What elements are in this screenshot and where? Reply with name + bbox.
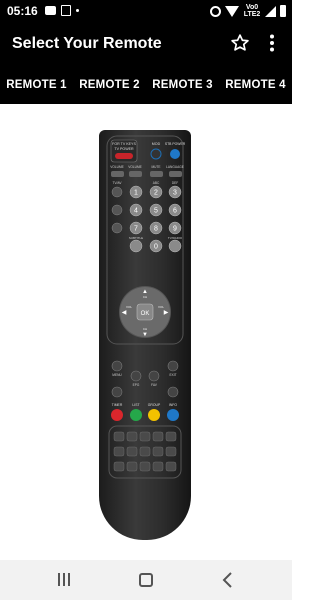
remote-label-menu: MENU xyxy=(112,373,122,377)
remote-key-label: 9 xyxy=(173,226,177,233)
remote-media-button xyxy=(113,461,125,472)
status-left-icons xyxy=(45,5,79,16)
recents-icon[interactable] xyxy=(57,573,71,586)
remote-media-button xyxy=(139,446,151,457)
remote-key-label: 4 xyxy=(134,208,138,215)
remote-key-label: 5 xyxy=(154,208,158,215)
dot-icon xyxy=(76,9,79,12)
back-icon[interactable] xyxy=(221,572,233,588)
remote-media-button xyxy=(165,461,177,472)
remote-key xyxy=(168,239,182,253)
remote-media-button xyxy=(113,446,125,457)
remote-label-ch-down: CH xyxy=(143,327,147,331)
green-button xyxy=(130,409,142,421)
svg-text:▼: ▼ xyxy=(142,332,148,338)
network-label: Vo0 LTE2 xyxy=(243,4,261,18)
remote-label-tv-av: TV/AV xyxy=(113,181,123,185)
tab-label: REMOTE 2 xyxy=(79,79,140,91)
tab-remote-4[interactable]: REMOTE 4 xyxy=(219,66,292,104)
remote-key-label: 1 xyxy=(134,190,138,197)
remote-media-button xyxy=(152,431,164,442)
remote-media-buttons xyxy=(113,431,177,472)
remote-label-abc: ABC xyxy=(153,181,160,185)
remote-side-button xyxy=(111,222,123,234)
tab-remote-1[interactable]: REMOTE 1 xyxy=(0,66,73,104)
remote-drawing: FOR TV KEYS TV POWER MOD STB POWER VOLUM… xyxy=(106,135,186,479)
blue-button xyxy=(167,409,179,421)
remote-label-mute: MUTE xyxy=(151,165,160,169)
remote-label-epg: EPG xyxy=(133,383,140,387)
remote-key-label: TV/RADIO xyxy=(168,236,183,240)
remote-control-image: FOR TV KEYS TV POWER MOD STB POWER VOLUM… xyxy=(99,130,191,540)
remote-side-button xyxy=(111,186,123,198)
remote-media-button xyxy=(165,431,177,442)
remote-label-tv-power: TV POWER xyxy=(114,147,134,151)
remote-media-button xyxy=(139,461,151,472)
more-vert-icon[interactable] xyxy=(267,34,277,52)
image-icon xyxy=(61,5,71,16)
svg-text:▶: ▶ xyxy=(164,310,169,316)
chat-icon xyxy=(45,6,56,15)
remote-label-volume-1: VOLUME xyxy=(110,165,123,169)
page-title: Select Your Remote xyxy=(12,35,162,52)
remote-label-fav: FAV xyxy=(151,383,158,387)
wifi-icon xyxy=(225,5,239,17)
yellow-button xyxy=(148,409,160,421)
remote-label-group: GROUP xyxy=(148,403,161,407)
remote-ok-label: OK xyxy=(141,311,150,317)
remote-view: FOR TV KEYS TV POWER MOD STB POWER VOLUM… xyxy=(0,104,292,560)
remote-label-vol-left: VOL xyxy=(126,305,132,309)
remote-media-button xyxy=(126,431,138,442)
remote-media-button xyxy=(152,461,164,472)
remote-media-button xyxy=(126,461,138,472)
remote-label-list: LIST xyxy=(132,403,139,407)
remote-label-stb-power: STB POWER xyxy=(165,142,186,146)
tab-bar: REMOTE 1 REMOTE 2 REMOTE 3 REMOTE 4 xyxy=(0,66,292,104)
remote-key-label: 3 xyxy=(173,190,177,197)
remote-label-exit: EXIT xyxy=(169,373,176,377)
tab-remote-3[interactable]: REMOTE 3 xyxy=(146,66,219,104)
remote-label-volume-2: VOLUME xyxy=(128,165,141,169)
remote-keypad: 1 2 3 4 5 6 7 8 9 SUBTITLE 0 TV/RADIO xyxy=(111,185,183,253)
remote-label-ch-up: CH xyxy=(143,295,147,299)
status-right-icons: Vo0 LTE2 xyxy=(210,4,286,18)
remote-label-mod: MOD xyxy=(152,142,161,146)
svg-text:◀: ◀ xyxy=(122,310,127,316)
tab-label: REMOTE 3 xyxy=(152,79,213,91)
home-icon[interactable] xyxy=(139,573,153,587)
status-time: 05:16 xyxy=(7,4,38,18)
battery-icon xyxy=(280,5,286,17)
signal-icon xyxy=(265,5,276,17)
remote-key xyxy=(129,239,143,253)
tab-remote-2[interactable]: REMOTE 2 xyxy=(73,66,146,104)
star-icon[interactable] xyxy=(230,33,250,53)
remote-key-label: 7 xyxy=(134,226,138,233)
remote-media-button xyxy=(139,431,151,442)
remote-label-def: DEF xyxy=(172,181,178,185)
remote-label-tv-keys: FOR TV KEYS xyxy=(112,142,136,146)
status-bar: 05:16 Vo0 LTE2 xyxy=(0,0,292,22)
remote-key-label: 6 xyxy=(173,208,177,215)
alarm-icon xyxy=(210,5,221,17)
red-button xyxy=(111,409,123,421)
app-bar: Select Your Remote xyxy=(0,22,292,66)
tab-label: REMOTE 4 xyxy=(225,79,286,91)
remote-label-info: INFO xyxy=(169,403,177,407)
remote-key-label: 8 xyxy=(154,226,158,233)
remote-media-button xyxy=(126,446,138,457)
remote-key-label: SUBTITLE xyxy=(129,236,143,240)
tab-label: REMOTE 1 xyxy=(6,79,67,91)
remote-key-label: 2 xyxy=(154,190,158,197)
remote-key-label: 0 xyxy=(154,244,158,251)
system-nav-bar xyxy=(0,560,292,600)
remote-side-button xyxy=(111,204,123,216)
remote-label-vol-right: VOL xyxy=(158,305,164,309)
remote-media-button xyxy=(165,446,177,457)
remote-label-timer: TIMER xyxy=(112,403,123,407)
remote-media-button xyxy=(113,431,125,442)
remote-label-language: LANGUAGE xyxy=(166,165,184,169)
remote-media-button xyxy=(152,446,164,457)
